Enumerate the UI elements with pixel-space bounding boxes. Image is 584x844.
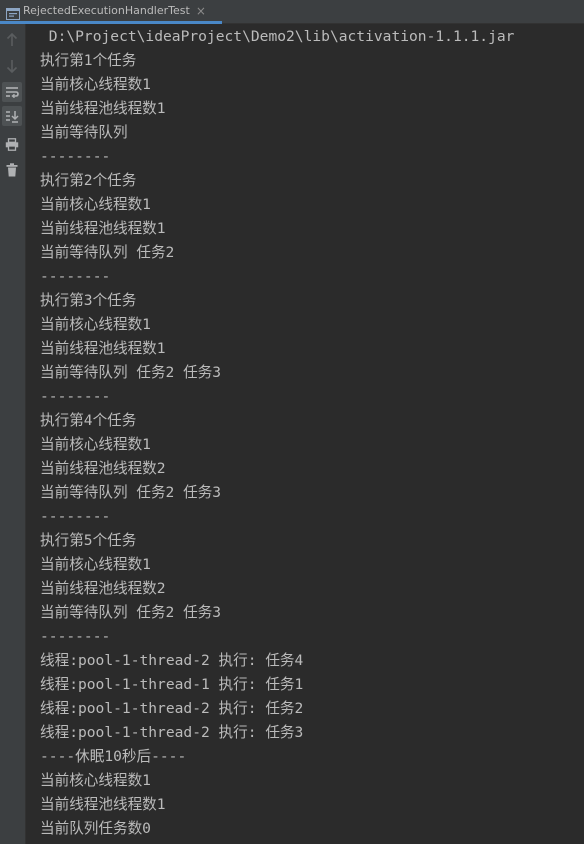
console-line: -------- (40, 268, 111, 285)
console-line: 当前核心线程数1 (40, 196, 151, 213)
console-line: 当前等待队列 任务2 任务3 (40, 364, 222, 381)
scroll-to-end-icon[interactable] (2, 106, 22, 126)
console-line: 当前等待队列 任务2 任务3 (40, 604, 222, 621)
tab-title: RejectedExecutionHandlerTest (23, 4, 190, 17)
tab-rejected-execution-handler-test[interactable]: RejectedExecutionHandlerTest × (0, 0, 222, 24)
up-arrow-icon[interactable] (2, 30, 22, 50)
console-line: 线程:pool-1-thread-2 执行: 任务2 (40, 700, 304, 717)
console-command-line: D:\Project\ideaProject\Demo2\lib\activat… (40, 28, 515, 45)
console-line: 执行第1个任务 (40, 52, 137, 69)
console-line: 当前核心线程数1 (40, 316, 151, 333)
console-line: 当前线程池线程数1 (40, 220, 166, 237)
console-line: 线程:pool-1-thread-2 执行: 任务4 (40, 652, 304, 669)
console-line: 当前线程池线程数2 (40, 460, 166, 477)
trash-icon[interactable] (2, 160, 22, 180)
console-line: 执行第4个任务 (40, 412, 137, 429)
console-line: 当前线程池线程数1 (40, 100, 166, 117)
console-line: 当前核心线程数1 (40, 76, 151, 93)
console-line: 当前核心线程数1 (40, 772, 151, 789)
console-line: 当前线程池线程数1 (40, 340, 166, 357)
console-line: 当前核心线程数1 (40, 436, 151, 453)
console-line: -------- (40, 388, 111, 405)
console-line: ----休眠10秒后---- (40, 748, 187, 765)
close-tab-icon[interactable]: × (196, 5, 206, 17)
console-line: 执行第3个任务 (40, 292, 137, 309)
console-line: 执行第5个任务 (40, 532, 137, 549)
console-output[interactable]: D:\Project\ideaProject\Demo2\lib\activat… (40, 25, 584, 844)
console-toolbar (0, 24, 26, 844)
run-config-icon (6, 5, 20, 20)
soft-wrap-icon[interactable] (2, 82, 22, 102)
editor-tab-bar: RejectedExecutionHandlerTest × (0, 0, 584, 24)
console-line: 当前等待队列 (40, 124, 128, 141)
console-line: 当前核心线程数1 (40, 556, 151, 573)
console-line: 当前等待队列 任务2 任务3 (40, 484, 222, 501)
down-arrow-icon[interactable] (2, 56, 22, 76)
console-line: 当前队列任务数0 (40, 820, 151, 837)
console-line: -------- (40, 148, 111, 165)
console-line: 执行第2个任务 (40, 172, 137, 189)
print-icon[interactable] (2, 134, 22, 154)
console-line: 线程:pool-1-thread-1 执行: 任务1 (40, 676, 304, 693)
console-line: 线程:pool-1-thread-2 执行: 任务3 (40, 724, 304, 741)
console-line: -------- (40, 508, 111, 525)
console-line: -------- (40, 628, 111, 645)
console-line: 当前等待队列 任务2 (40, 244, 175, 261)
console-line: 当前线程池线程数2 (40, 580, 166, 597)
console-line: 当前线程池线程数1 (40, 796, 166, 813)
